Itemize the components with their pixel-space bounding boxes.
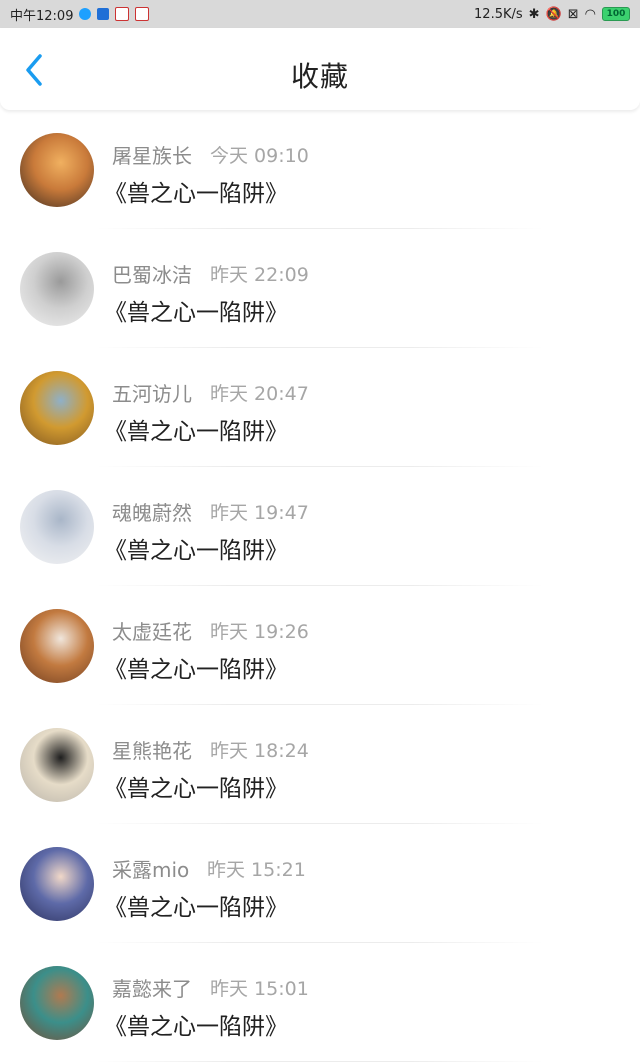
item-message: 《兽之心一陷阱》 <box>104 300 288 326</box>
favorites-list: 屠星族长 今天 09:10 《兽之心一陷阱》 巴蜀冰洁 昨天 22:09 《兽之心一陷阱》… <box>0 110 640 1062</box>
wifi-icon: ◠ <box>584 6 596 22</box>
item-username: 魂魄蔚然 <box>112 501 192 525</box>
item-message: 《兽之心一陷阱》 <box>104 657 288 683</box>
qq-notification-icon <box>79 8 92 20</box>
item-timestamp: 昨天 19:47 <box>210 502 309 524</box>
status-bar: 中午12:09 12.5K/s ✱ 🔕 ⊠ ◠ 100 <box>0 0 640 28</box>
list-item[interactable]: 嘉懿来了 昨天 15:01 《兽之心一陷阱》 <box>0 943 640 1062</box>
page-header: 收藏 <box>0 28 640 110</box>
battery-icon: 100 <box>602 7 630 21</box>
mute-icon: 🔕 <box>545 6 562 22</box>
avatar[interactable] <box>20 966 94 1040</box>
item-message: 《兽之心一陷阱》 <box>104 538 288 564</box>
avatar[interactable] <box>20 133 94 207</box>
item-username: 巴蜀冰洁 <box>112 263 192 287</box>
item-timestamp: 昨天 15:21 <box>207 859 306 881</box>
list-item[interactable]: 巴蜀冰洁 昨天 22:09 《兽之心一陷阱》 <box>0 229 640 348</box>
item-username: 屠星族长 <box>112 144 192 168</box>
item-username: 星熊艳花 <box>112 739 192 763</box>
avatar[interactable] <box>20 609 94 683</box>
item-message: 《兽之心一陷阱》 <box>104 419 288 445</box>
item-username: 嘉懿来了 <box>112 977 192 1001</box>
item-timestamp: 昨天 18:24 <box>210 740 309 762</box>
item-username: 采露mio <box>112 858 190 882</box>
avatar[interactable] <box>20 490 94 564</box>
item-timestamp: 昨天 19:26 <box>210 621 309 643</box>
item-timestamp: 昨天 22:09 <box>210 264 309 286</box>
item-username: 太虚廷花 <box>112 620 192 644</box>
list-item[interactable]: 采露mio 昨天 15:21 《兽之心一陷阱》 <box>0 824 640 943</box>
app-notification-icon <box>135 7 150 21</box>
list-item[interactable]: 五河访儿 昨天 20:47 《兽之心一陷阱》 <box>0 348 640 467</box>
page-title: 收藏 <box>290 60 349 93</box>
item-message: 《兽之心一陷阱》 <box>104 1014 288 1040</box>
list-item[interactable]: 太虚廷花 昨天 19:26 《兽之心一陷阱》 <box>0 586 640 705</box>
list-item[interactable]: 魂魄蔚然 昨天 19:47 《兽之心一陷阱》 <box>0 467 640 586</box>
item-timestamp: 昨天 15:01 <box>210 978 309 1000</box>
item-username: 五河访儿 <box>112 382 192 406</box>
list-item[interactable]: 屠星族长 今天 09:10 《兽之心一陷阱》 <box>0 110 640 229</box>
list-item[interactable]: 星熊艳花 昨天 18:24 《兽之心一陷阱》 <box>0 705 640 824</box>
avatar[interactable] <box>20 847 94 921</box>
item-message: 《兽之心一陷阱》 <box>104 181 288 207</box>
avatar[interactable] <box>20 728 94 802</box>
status-time: 中午12:09 <box>10 8 74 24</box>
sim-icon: ⊠ <box>567 6 579 22</box>
app-notification-icon <box>97 8 110 20</box>
app-notification-icon <box>115 7 130 21</box>
item-timestamp: 昨天 20:47 <box>210 383 309 405</box>
status-bar-left: 中午12:09 <box>10 5 150 24</box>
avatar[interactable] <box>20 371 94 445</box>
status-bar-right: 12.5K/s ✱ 🔕 ⊠ ◠ 100 <box>474 7 630 22</box>
item-message: 《兽之心一陷阱》 <box>104 895 288 921</box>
network-speed: 12.5K/s <box>474 6 523 22</box>
item-message: 《兽之心一陷阱》 <box>104 776 288 802</box>
item-timestamp: 今天 09:10 <box>210 145 309 167</box>
avatar[interactable] <box>20 252 94 326</box>
bluetooth-icon: ✱ <box>528 6 540 22</box>
